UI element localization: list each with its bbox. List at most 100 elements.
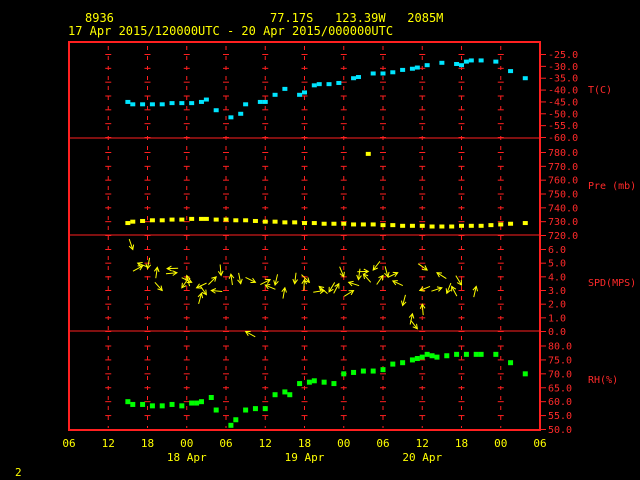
humidity-point: [198, 399, 204, 405]
pressure-point: [341, 221, 347, 226]
temperature-point: [400, 67, 406, 72]
y-tick-label: 50.0: [548, 425, 572, 436]
pressure-point: [262, 219, 268, 224]
pressure-point: [233, 218, 239, 223]
humidity-point: [213, 407, 219, 413]
pressure-point: [380, 223, 386, 228]
pressure-point: [331, 221, 337, 226]
temperature-point: [424, 63, 430, 68]
temperature-point: [493, 59, 499, 64]
pressure-point: [169, 217, 175, 222]
humidity-point: [508, 360, 514, 366]
time-range: 17 Apr 2015/120000UTC - 20 Apr 2015/0000…: [68, 24, 393, 38]
y-tick-label: 65.0: [548, 383, 572, 394]
pressure-point: [213, 217, 219, 222]
humidity-point: [473, 351, 479, 357]
pressure-point: [439, 224, 445, 229]
temperature-point: [125, 99, 131, 104]
x-date-label: 18 Apr: [167, 451, 207, 464]
pressure-point: [488, 223, 494, 228]
pressure-point: [203, 216, 209, 221]
temperature-point: [257, 99, 263, 104]
panel-label: RH(%): [588, 375, 618, 386]
humidity-point: [493, 351, 499, 357]
temperature-point: [326, 82, 332, 87]
y-tick-label: 780.0: [548, 148, 578, 159]
y-tick-label: -60.0: [548, 133, 578, 144]
humidity-point: [179, 403, 185, 409]
temperature-point: [140, 102, 146, 107]
temperature-point: [203, 97, 209, 102]
pressure-point: [429, 224, 435, 229]
humidity-point: [169, 401, 175, 407]
temperature-point: [380, 71, 386, 76]
pressure-point: [302, 221, 307, 226]
temperature-point: [169, 101, 175, 106]
humidity-point: [400, 360, 406, 366]
pressure-point: [522, 221, 528, 226]
pressure-point: [140, 218, 146, 223]
station-id: 8936: [85, 11, 114, 25]
pressure-point: [223, 217, 229, 222]
x-tick-label: 06: [219, 437, 232, 450]
pressure-point: [149, 218, 155, 223]
humidity-point: [424, 351, 430, 357]
pressure-point: [272, 219, 278, 224]
y-tick-label: -50.0: [548, 109, 578, 120]
pressure-point: [243, 218, 249, 223]
pressure-point: [400, 223, 406, 228]
meteogram-chart: 8936 77.17S 123.39W 2085M 17 Apr 2015/12…: [15, 11, 636, 479]
humidity-point: [149, 403, 155, 409]
y-tick-label: 0.0: [548, 327, 566, 338]
temperature-point: [439, 60, 445, 65]
temperature-point: [149, 102, 155, 107]
y-tick-label: 720.0: [548, 231, 578, 242]
humidity-point: [321, 379, 327, 385]
y-tick-label: 55.0: [548, 411, 572, 422]
humidity-point: [228, 422, 234, 428]
pressure-point: [459, 223, 464, 228]
x-tick-label: 18: [298, 437, 311, 450]
temperature-point: [189, 101, 195, 106]
panel-labels: T(C) Pre (mb) SPD(MPS) RH(%): [588, 85, 636, 386]
x-tick-label: 06: [62, 437, 75, 450]
x-axis-labels: 06 12 18 00 06 12 18 00 06 12 18 00 06 18 Apr 19 Apr 20…: [62, 437, 546, 464]
humidity-point: [331, 381, 337, 387]
y-tick-label: 5.0: [548, 259, 566, 270]
x-tick-label: 18: [141, 437, 154, 450]
humidity-point: [478, 351, 484, 357]
humidity-point: [341, 371, 347, 377]
y-tick-label: 80.0: [548, 342, 572, 353]
x-tick-label: 00: [337, 437, 350, 450]
x-tick-label: 06: [533, 437, 546, 450]
humidity-point: [444, 353, 450, 359]
humidity-point: [434, 354, 440, 360]
y-tick-label: 3.0: [548, 286, 566, 297]
x-tick-label: 12: [416, 437, 429, 450]
humidity-point: [380, 367, 386, 373]
temperature-point: [213, 108, 219, 113]
humidity-point: [208, 394, 214, 400]
temperature-point: [390, 70, 396, 75]
humidity-point: [419, 354, 425, 360]
temperature-point: [355, 75, 361, 80]
temperature-point: [130, 102, 136, 107]
humidity-point: [306, 379, 312, 385]
y-tick-label: 70.0: [548, 369, 572, 380]
pressure-point: [390, 223, 396, 228]
temperature-point: [468, 58, 474, 63]
humidity-point: [262, 406, 268, 412]
grid-layer: [105, 46, 504, 430]
pressure-point: [130, 219, 136, 224]
humidity-point: [252, 406, 258, 412]
temperature-point: [282, 86, 288, 91]
temperature-point: [459, 63, 464, 68]
y-tick-label: 770.0: [548, 162, 578, 173]
humidity-point: [360, 368, 366, 374]
station-location: 77.17S 123.39W 2085M: [270, 11, 443, 25]
humidity-point: [130, 401, 136, 407]
y-tick-label: 750.0: [548, 190, 578, 201]
pressure-point: [360, 222, 366, 227]
temperature-point: [508, 69, 514, 74]
y-tick-label: 740.0: [548, 203, 578, 214]
